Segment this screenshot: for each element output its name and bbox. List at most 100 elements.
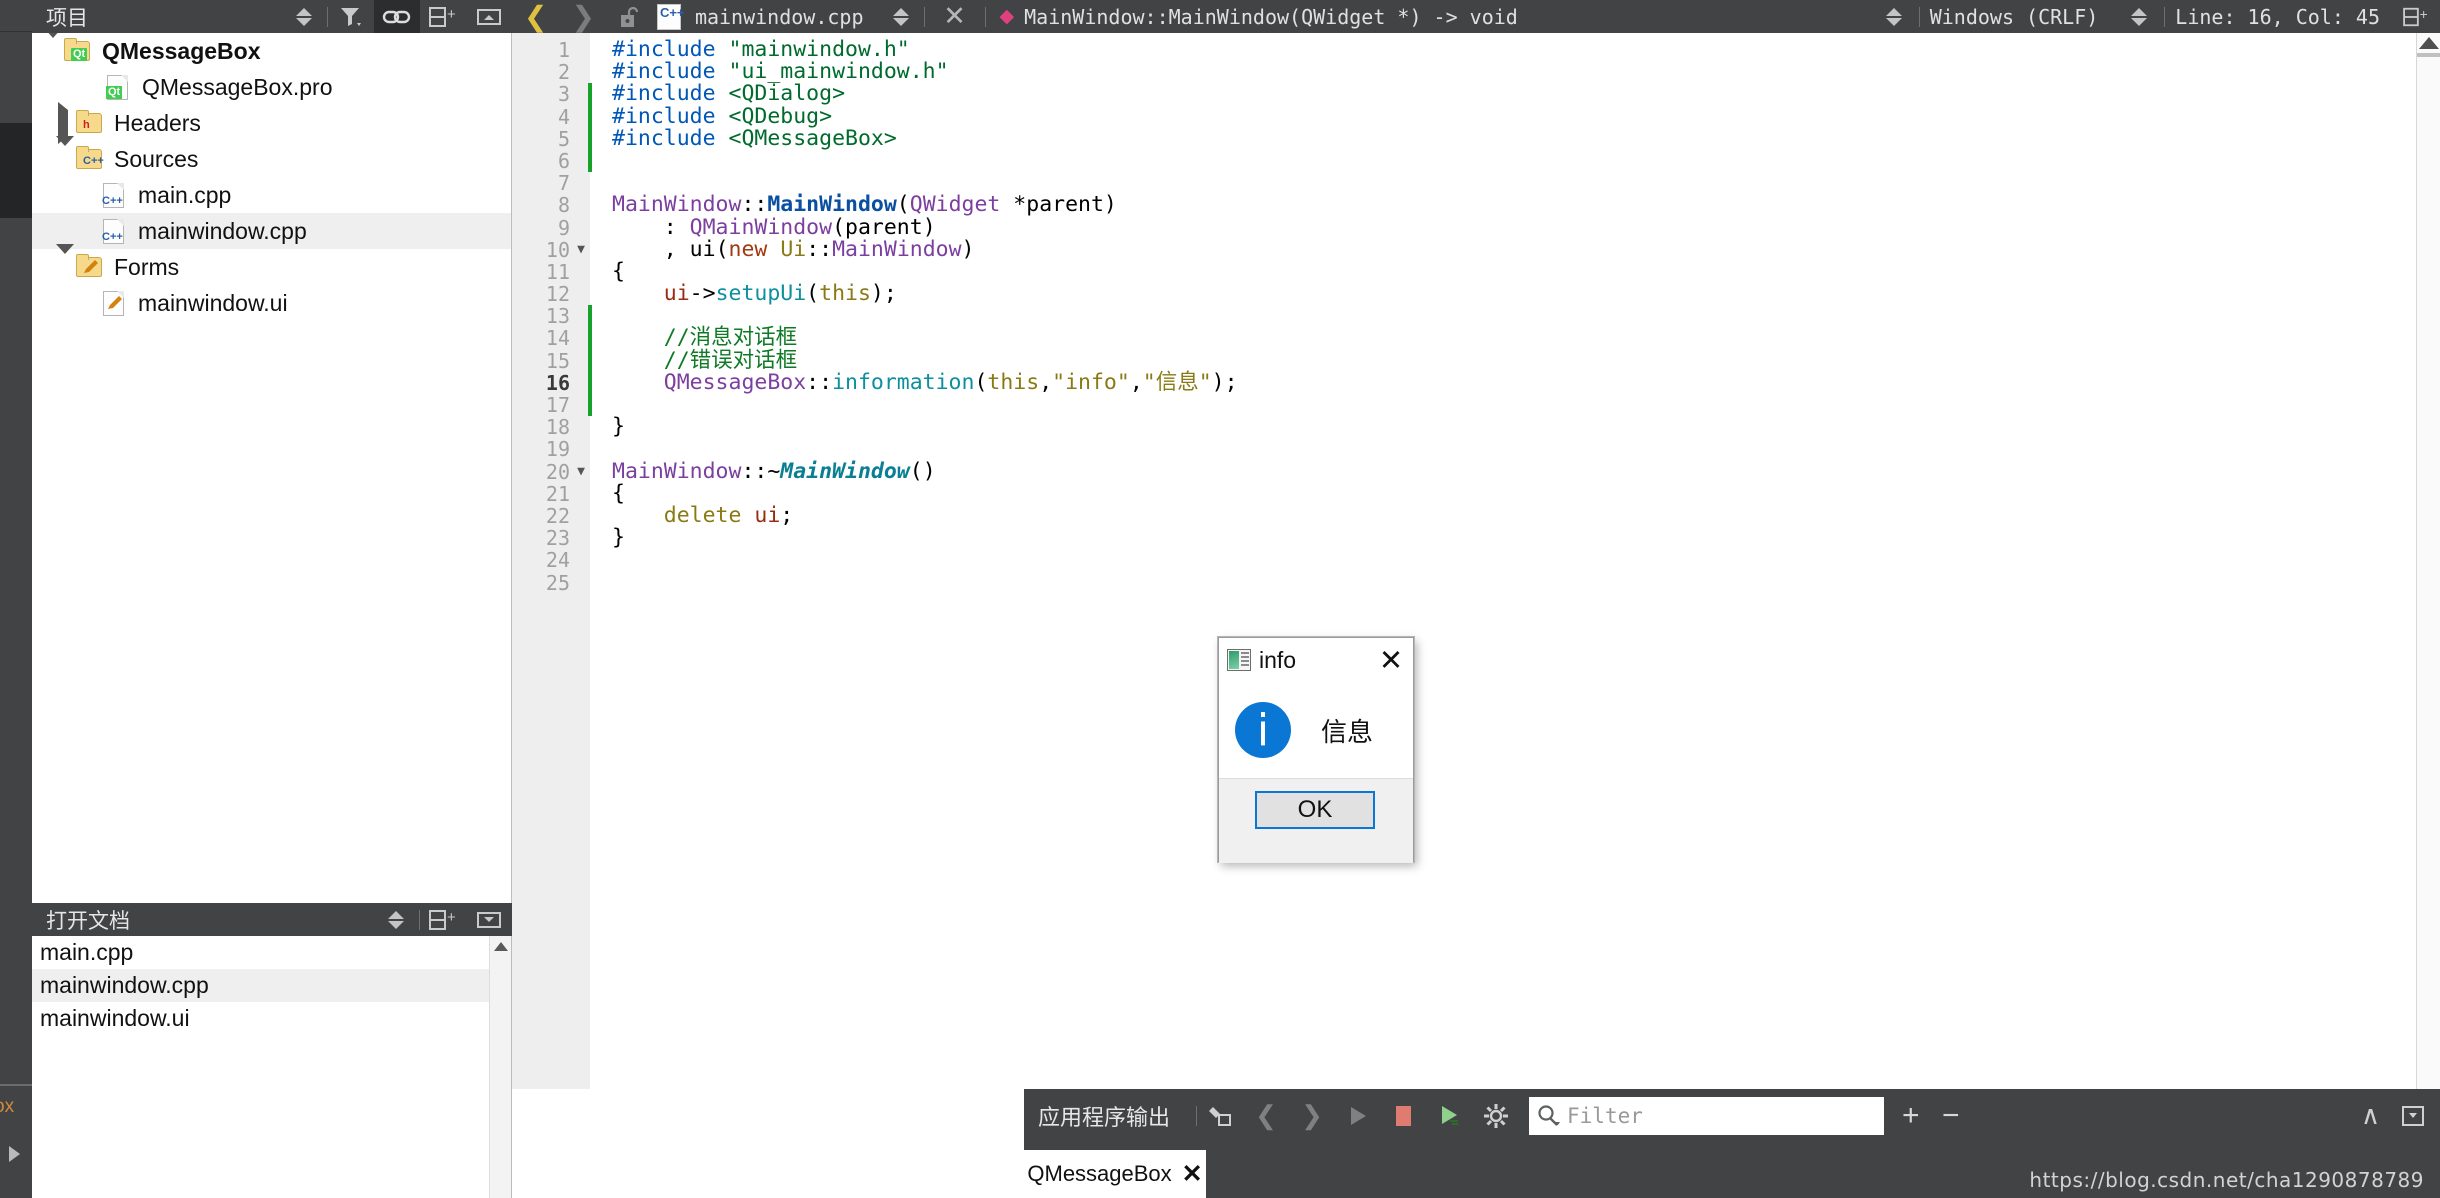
expand-sidebar-arrow-icon[interactable] [9, 1146, 20, 1162]
project-tree[interactable]: Qt QMessageBox Qt QMessageBox.pro h Head… [32, 33, 512, 903]
toggle-readonly-button[interactable] [607, 5, 651, 29]
code-line[interactable]: 19 [512, 438, 2440, 460]
scroll-up-icon[interactable] [2419, 37, 2439, 49]
list-item[interactable]: mainwindow.ui [32, 1002, 511, 1035]
code-line[interactable]: 7 [512, 172, 2440, 194]
message-box-titlebar[interactable]: info ✕ [1219, 638, 1413, 682]
fold-marker-icon[interactable]: ▼ [574, 461, 588, 483]
increase-font-button[interactable]: + [1902, 1099, 1942, 1133]
svg-text:+: + [447, 6, 456, 23]
tree-item-mainwindow-ui[interactable]: mainwindow.ui [32, 285, 511, 321]
mode-item-welcome[interactable] [0, 33, 32, 123]
code-line[interactable]: 13 [512, 305, 2440, 327]
code-line[interactable]: 22 delete ui; [512, 504, 2440, 527]
close-document-button[interactable]: ✕ [933, 1, 977, 32]
change-marker [588, 83, 592, 106]
close-icon[interactable]: ✕ [1182, 1159, 1203, 1189]
prev-item-button[interactable]: ❮ [1243, 1089, 1289, 1142]
next-item-button[interactable]: ❯ [1289, 1089, 1335, 1142]
list-item[interactable]: main.cpp [32, 936, 511, 969]
filter-input[interactable]: Filter [1529, 1096, 1885, 1135]
clear-output-button[interactable] [1197, 1089, 1243, 1142]
expander-down-icon[interactable] [52, 135, 76, 173]
open-documents-scrollbar[interactable] [489, 936, 511, 1198]
code-line[interactable]: 5 #include <QMessageBox> [512, 127, 2440, 150]
close-button[interactable]: ✕ [1369, 638, 1413, 682]
cursor-position-label: Line: 16, Col: 45 [2175, 4, 2380, 29]
line-number: 8 [557, 193, 570, 218]
open-documents-list[interactable]: main.cpp mainwindow.cpp mainwindow.ui [32, 936, 512, 1198]
code-line[interactable]: 23} [512, 527, 2440, 550]
run-button[interactable] [1335, 1089, 1381, 1142]
navigate-forward-button[interactable]: ❯ [559, 0, 606, 33]
code-line[interactable]: 2 #include "ui_mainwindow.h" [512, 61, 2440, 84]
code-line[interactable]: 1 #include "mainwindow.h" [512, 38, 2440, 61]
code-line[interactable]: 4 #include <QDebug> [512, 105, 2440, 128]
expander-right-icon[interactable] [52, 101, 76, 144]
scroll-up-icon[interactable] [494, 942, 508, 951]
list-item[interactable]: mainwindow.cpp [32, 969, 511, 1002]
unlock-icon [620, 6, 639, 27]
editor-scrollbar[interactable] [2416, 33, 2440, 1089]
file-chooser-dropdown[interactable] [886, 7, 916, 26]
expander-down-icon[interactable] [40, 33, 64, 65]
split-button[interactable]: + [420, 0, 466, 33]
tree-item-mainwindow-cpp[interactable]: C++ mainwindow.cpp [32, 213, 511, 249]
stop-button[interactable] [1381, 1089, 1427, 1142]
symbol-selector[interactable]: MainWindow::MainWindow(QWidget *) -> voi… [1024, 5, 1518, 29]
sync-selection-button[interactable] [281, 0, 327, 33]
code-editor[interactable]: 1 #include "mainwindow.h" 2 #include "ui_ma… [512, 33, 2440, 1089]
code-line[interactable]: 21 { [512, 482, 2440, 505]
output-tab-qmessagebox[interactable]: QMessageBox ✕ [1024, 1150, 1206, 1198]
sync-selection-button[interactable] [373, 903, 419, 936]
split-editor-button[interactable]: + [2392, 6, 2440, 28]
code-line[interactable]: 8 MainWindow::MainWindow(QWidget *parent) [512, 193, 2440, 218]
expander-down-icon[interactable] [52, 243, 76, 281]
output-menu-button[interactable] [2398, 1104, 2440, 1128]
editor-filename[interactable]: mainwindow.cpp [687, 5, 864, 29]
split-button[interactable]: + [420, 903, 466, 936]
code-line[interactable]: 16 QMessageBox::information(this,"info",… [512, 371, 2440, 394]
run-with-debug-button[interactable] [1427, 1089, 1473, 1142]
code-line[interactable]: 14 //消息对话框 [512, 327, 2440, 350]
code-lines[interactable]: 1 #include "mainwindow.h" 2 #include "ui_ma… [512, 33, 2440, 1089]
code-line[interactable]: 20 ▼ MainWindow::~MainWindow() [512, 460, 2440, 483]
line-ending-selector[interactable]: Windows (CRLF) [1930, 5, 2099, 29]
change-marker [588, 394, 592, 417]
maximize-output-button[interactable]: ∧ [2361, 1100, 2398, 1131]
tree-item-sources[interactable]: C++ Sources [32, 135, 511, 177]
code-line[interactable]: 25 [512, 571, 2440, 593]
tree-item-qmessagebox[interactable]: Qt QMessageBox [32, 33, 511, 69]
encoding-dropdown-arrows[interactable] [2124, 7, 2154, 26]
code-line[interactable]: 9 : QMainWindow(parent) [512, 216, 2440, 239]
tree-item-forms[interactable]: Forms [32, 243, 511, 285]
filter-button[interactable] [328, 0, 374, 33]
mode-item-edit-active[interactable] [0, 123, 32, 218]
navigate-back-button[interactable]: ❮ [512, 0, 559, 33]
fold-marker-icon[interactable]: ▼ [574, 239, 588, 261]
close-split-button[interactable] [466, 903, 512, 936]
close-split-button[interactable] [466, 0, 512, 33]
line-ending-dropdown-arrows[interactable] [1879, 7, 1909, 26]
output-settings-button[interactable] [1473, 1089, 1519, 1142]
link-with-editor-button[interactable] [374, 0, 420, 33]
change-marker [588, 371, 592, 394]
tree-item-headers[interactable]: h Headers [32, 101, 511, 144]
scroll-thumb[interactable] [2419, 35, 2439, 49]
code-line[interactable]: 11 { [512, 260, 2440, 283]
message-box-dialog[interactable]: info ✕ i 信息 OK [1218, 637, 1414, 863]
code-line[interactable]: 10 ▼ , ui(new Ui::MainWindow) [512, 238, 2440, 261]
code-line[interactable]: 15 //错误对话框 [512, 349, 2440, 372]
code-line[interactable]: 18} [512, 416, 2440, 439]
code-line[interactable]: 3 #include <QDialog> [512, 83, 2440, 106]
ok-button[interactable]: OK [1255, 791, 1375, 829]
code-line[interactable]: 24 [512, 549, 2440, 571]
project-panel-title: 项目 [46, 6, 88, 30]
tree-item-main-cpp[interactable]: C++ main.cpp [32, 177, 511, 213]
code-line[interactable]: 6 [512, 150, 2440, 172]
code-line[interactable]: 17 [512, 394, 2440, 416]
tree-item-qmessagebox-pro[interactable]: Qt QMessageBox.pro [32, 69, 511, 105]
decrease-font-button[interactable]: − [1942, 1099, 1982, 1133]
change-marker [588, 149, 592, 173]
code-line[interactable]: 12 ui->setupUi(this); [512, 282, 2440, 305]
